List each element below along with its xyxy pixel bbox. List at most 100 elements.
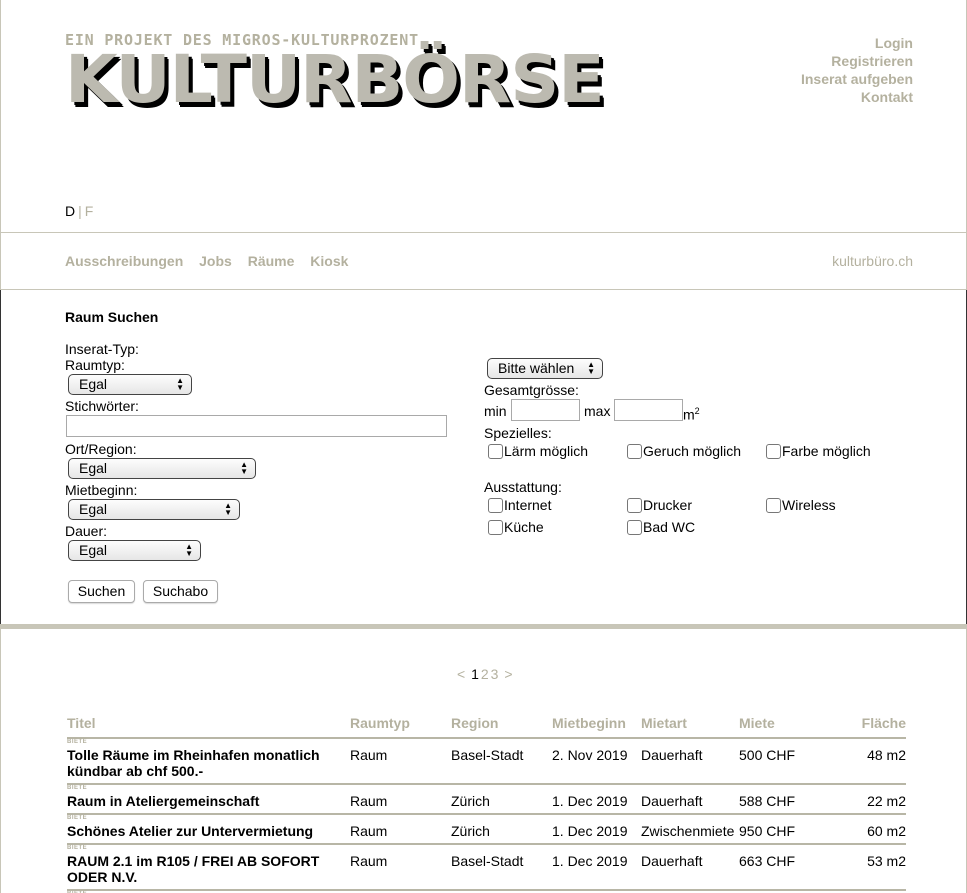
- listing-title[interactable]: Schönes Atelier zur Untervermietung: [67, 823, 313, 839]
- table-row[interactable]: BIETE RAUM 2.1 im R105 / FREI AB SOFORT O…: [67, 844, 906, 891]
- pager-prev[interactable]: <: [457, 666, 465, 682]
- offer-tag: BIETE: [67, 785, 88, 791]
- cell-flaeche: 53 m2: [867, 853, 906, 869]
- logo-text: KULTURBÖRSE: [65, 41, 605, 118]
- cell-mietbeginn: 1. Dec 2019: [552, 853, 628, 869]
- bad-wc-checkbox[interactable]: Bad WC: [625, 519, 695, 535]
- table-header: Titel Raumtyp Region Mietbeginn Mietart …: [67, 715, 906, 739]
- stichwoerter-label: Stichwörter:: [65, 398, 139, 414]
- search-title: Raum Suchen: [65, 309, 159, 325]
- raumtyp-select[interactable]: Egal ▲ ▼: [68, 374, 192, 395]
- farbe-checkbox[interactable]: Farbe möglich: [764, 443, 871, 459]
- cell-region: Basel-Stadt: [451, 853, 524, 869]
- pager-page-3[interactable]: 3: [491, 666, 499, 682]
- login-link[interactable]: Login: [801, 34, 913, 52]
- cell-flaeche: 48 m2: [867, 747, 906, 763]
- select-arrows-icon: ▲ ▼: [587, 360, 595, 376]
- contact-link[interactable]: Kontakt: [801, 88, 913, 106]
- nav-raeume[interactable]: Räume: [248, 253, 295, 269]
- col-titel[interactable]: Titel: [67, 715, 350, 739]
- kulturbuero-link[interactable]: kulturbüro.ch: [832, 253, 913, 269]
- select-arrows-icon: ▲ ▼: [176, 376, 184, 392]
- register-link[interactable]: Registrieren: [801, 52, 913, 70]
- main-nav: Ausschreibungen Jobs Räume Kiosk: [65, 253, 360, 269]
- size-unit: m2: [683, 403, 700, 423]
- ort-value: Egal: [79, 460, 108, 476]
- results-panel: < 123 > Titel Raumtyp Region Mietbeginn …: [0, 629, 967, 893]
- col-mietart[interactable]: Mietart: [641, 715, 739, 739]
- lang-fr[interactable]: F: [85, 203, 94, 219]
- cell-region: Basel-Stadt: [451, 747, 524, 763]
- main-nav-bar: Ausschreibungen Jobs Räume Kiosk kulturb…: [0, 233, 967, 289]
- top-nav: Login Registrieren Inserat aufgeben Kont…: [801, 34, 913, 106]
- table-row[interactable]: BIETE Raum in Ateliergemeinschaft Raum Zü…: [67, 784, 906, 815]
- ort-select[interactable]: Egal ▲ ▼: [68, 458, 256, 479]
- kueche-checkbox[interactable]: Küche: [486, 519, 544, 535]
- spezielles-label: Spezielles:: [484, 425, 552, 441]
- mietbeginn-value: Egal: [79, 501, 108, 517]
- inserat-typ-select[interactable]: Bitte wählen ▲ ▼: [487, 358, 603, 379]
- min-label: min: [484, 403, 507, 419]
- col-miete[interactable]: Miete: [739, 715, 824, 739]
- cell-region: Zürich: [451, 793, 490, 809]
- col-raumtyp[interactable]: Raumtyp: [350, 715, 451, 739]
- mietbeginn-label: Mietbeginn:: [65, 482, 138, 498]
- kulturboerse-logo[interactable]: KULTURBÖRSE: [65, 44, 605, 116]
- select-arrows-icon: ▲ ▼: [224, 501, 232, 517]
- dauer-value: Egal: [79, 542, 108, 558]
- offer-tag: BIETE: [67, 815, 88, 821]
- pager-page-2[interactable]: 2: [481, 666, 489, 682]
- mietbeginn-select[interactable]: Egal ▲ ▼: [68, 499, 240, 520]
- col-mietbeginn[interactable]: Mietbeginn: [552, 715, 641, 739]
- nav-ausschreibungen[interactable]: Ausschreibungen: [65, 253, 183, 269]
- site-header: Ein Projekt des Migros-Kulturprozent KUL…: [0, 0, 967, 232]
- select-arrows-icon: ▲ ▼: [185, 542, 193, 558]
- table-row[interactable]: BIETE Tolle Räume im Rheinhafen monatlich…: [67, 738, 906, 785]
- cell-mietart: Dauerhaft: [641, 747, 703, 763]
- cell-mietart: Dauerhaft: [641, 793, 703, 809]
- stichwoerter-input[interactable]: [66, 415, 447, 437]
- cell-raumtyp: Raum: [350, 747, 388, 763]
- listing-title[interactable]: RAUM 2.1 im R105 / FREI AB SOFORT ODER N…: [67, 853, 319, 885]
- raumtyp-value: Egal: [79, 376, 108, 392]
- laerm-checkbox[interactable]: Lärm möglich: [486, 443, 588, 459]
- inserat-typ-label: Inserat-Typ:: [65, 341, 139, 357]
- nav-jobs[interactable]: Jobs: [199, 253, 232, 269]
- table-row[interactable]: BIETE Schönes Atelier zur Untervermietung…: [67, 814, 906, 845]
- offer-tag: BIETE: [67, 845, 88, 851]
- cell-mietart: Dauerhaft: [641, 853, 703, 869]
- nav-kiosk[interactable]: Kiosk: [310, 253, 348, 269]
- search-subscription-button[interactable]: Suchabo: [143, 580, 218, 603]
- pagination: < 123 >: [457, 666, 515, 682]
- dauer-label: Dauer:: [65, 523, 108, 539]
- min-size-input[interactable]: [511, 399, 580, 421]
- cell-miete: 588 CHF: [739, 793, 796, 809]
- search-panel: Raum Suchen Inserat-Typ: Bitte wählen ▲ ▼…: [0, 290, 967, 624]
- internet-checkbox[interactable]: Internet: [486, 497, 551, 513]
- dauer-select[interactable]: Egal ▲ ▼: [68, 540, 201, 561]
- search-button[interactable]: Suchen: [68, 580, 135, 603]
- lang-separator: |: [78, 203, 82, 219]
- cell-miete: 500 CHF: [739, 747, 796, 763]
- lang-de[interactable]: D: [65, 203, 75, 219]
- geruch-checkbox[interactable]: Geruch möglich: [625, 443, 741, 459]
- cell-region: Zürich: [451, 823, 490, 839]
- size-unit-base: m: [683, 406, 695, 423]
- max-size-input[interactable]: [614, 399, 683, 421]
- cell-raumtyp: Raum: [350, 793, 388, 809]
- cell-flaeche: 22 m2: [867, 793, 906, 809]
- results-table: Titel Raumtyp Region Mietbeginn Mietart …: [67, 715, 906, 893]
- listing-title[interactable]: Tolle Räume im Rheinhafen monatlich künd…: [67, 747, 320, 779]
- pager-page-1[interactable]: 1: [471, 666, 479, 682]
- wireless-checkbox[interactable]: Wireless: [764, 497, 836, 513]
- cell-mietbeginn: 1. Dec 2019: [552, 823, 628, 839]
- listing-title[interactable]: Raum in Ateliergemeinschaft: [67, 793, 259, 809]
- language-switcher: D | F: [65, 203, 93, 219]
- cell-raumtyp: Raum: [350, 823, 388, 839]
- max-label: max: [584, 403, 611, 419]
- col-flaeche[interactable]: Fläche: [824, 715, 906, 739]
- post-ad-link[interactable]: Inserat aufgeben: [801, 70, 913, 88]
- drucker-checkbox[interactable]: Drucker: [625, 497, 692, 513]
- pager-next[interactable]: >: [504, 666, 512, 682]
- col-region[interactable]: Region: [451, 715, 552, 739]
